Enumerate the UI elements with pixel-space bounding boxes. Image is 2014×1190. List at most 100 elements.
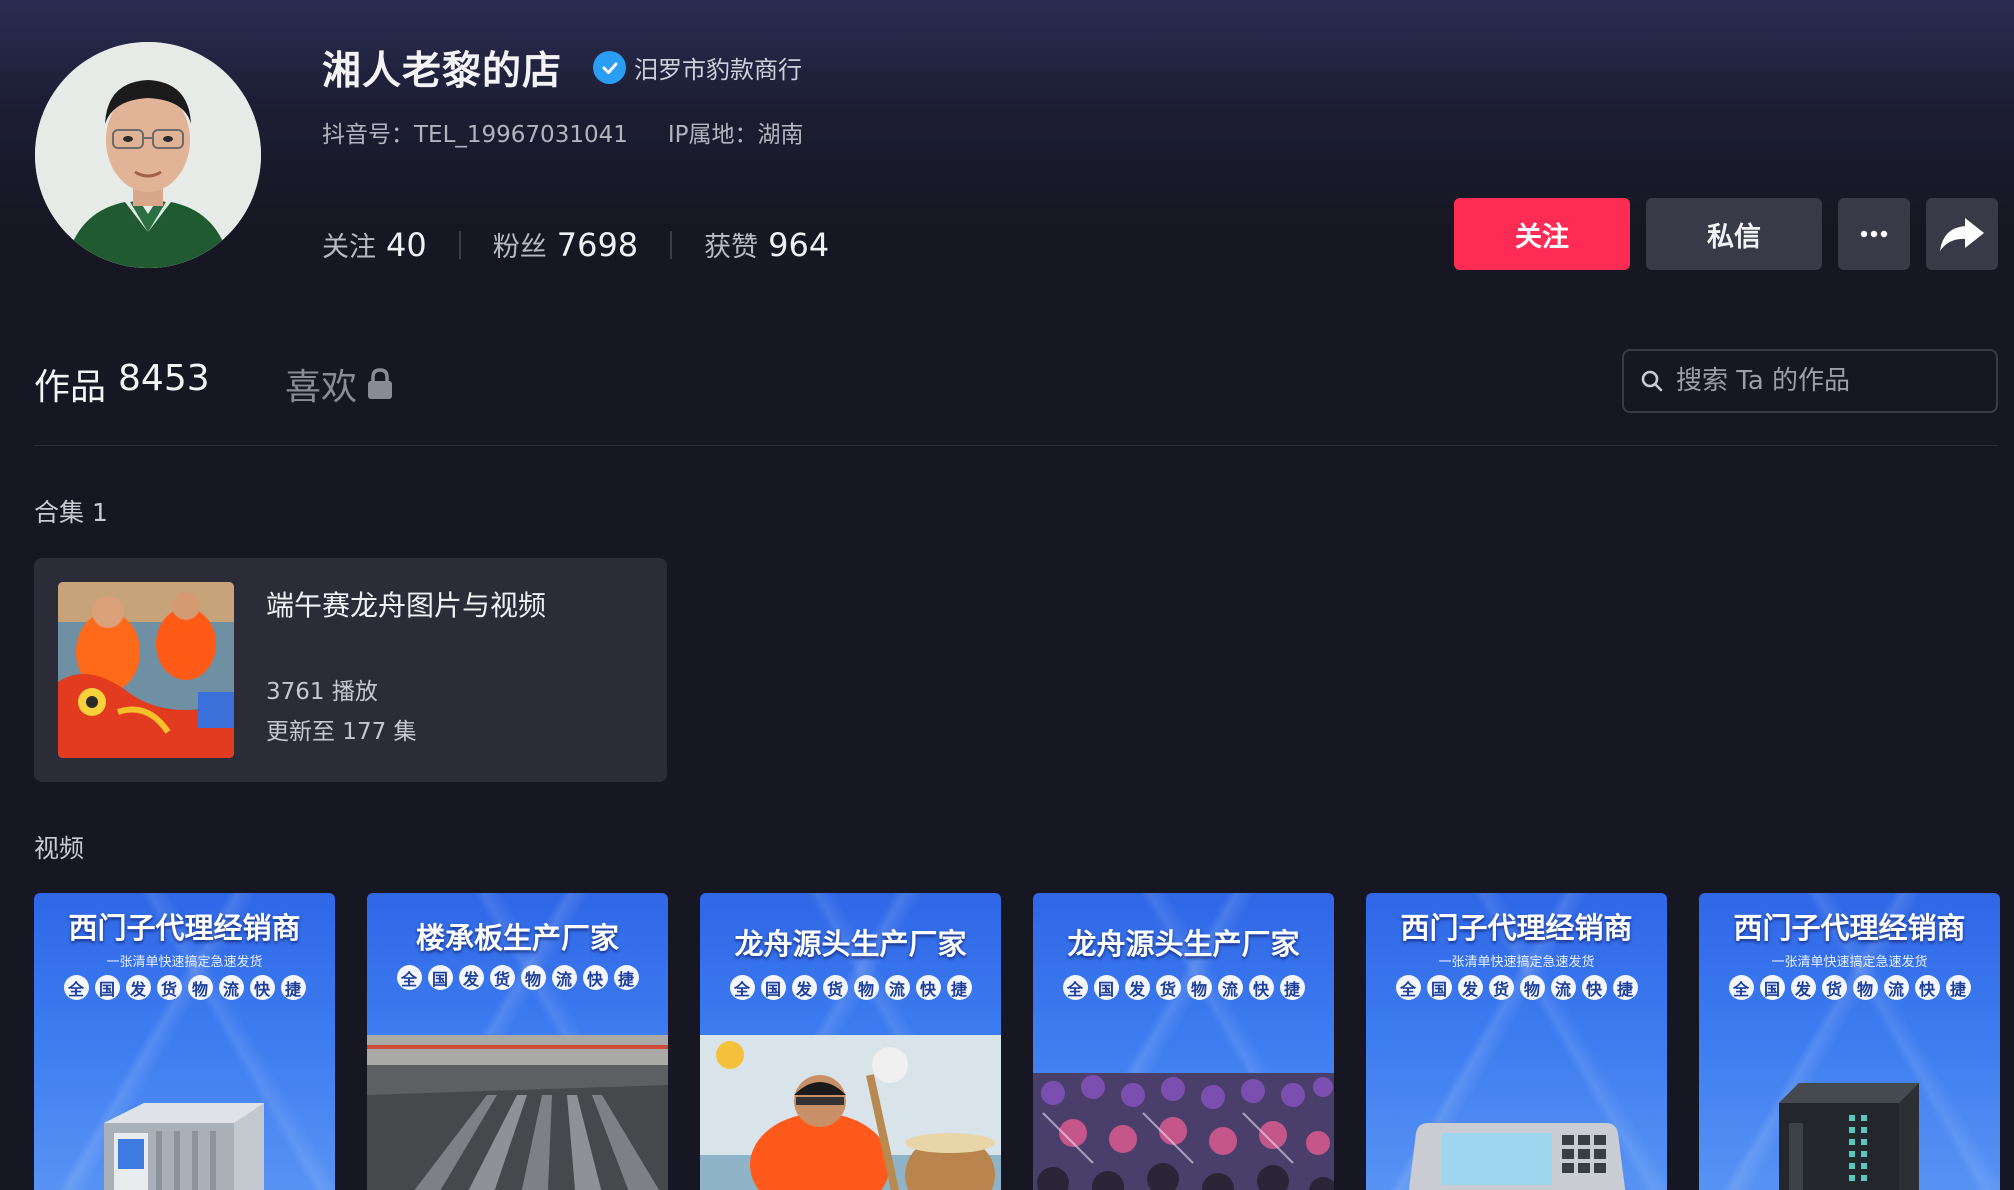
dragon-boat-rower-image — [700, 1035, 1001, 1190]
video-subtitle: 一张清单快速搞定急速发货 — [1771, 955, 1928, 970]
tagline-char: 流 — [884, 975, 910, 1000]
profile-actions: 关注 私信 — [1454, 198, 1998, 270]
video-title: 西门子代理经销商 — [68, 911, 301, 945]
collection-thumbnail — [58, 582, 234, 758]
tagline-char: 发 — [458, 965, 484, 990]
tagline-char: 流 — [1883, 975, 1909, 1000]
collection-section-title: 合集 1 — [34, 498, 108, 527]
video-title: 西门子代理经销商 — [1733, 911, 1966, 945]
tagline-char: 发 — [1790, 975, 1816, 1000]
stat-value: 964 — [768, 226, 830, 264]
avatar[interactable] — [35, 42, 261, 268]
tagline-char: 全 — [729, 975, 755, 1000]
stat-followers[interactable]: 粉丝 7698 — [493, 225, 638, 264]
tagline-char: 快 — [1581, 975, 1607, 1000]
tab-works-count: 8453 — [118, 358, 210, 399]
tagline-char: 国 — [760, 975, 786, 1000]
plc-controller-image — [104, 1103, 264, 1190]
tab-likes-label: 喜欢 — [285, 367, 358, 408]
tagline-char: 流 — [218, 975, 244, 1000]
profile-meta: 抖音号：TEL_19967031041 IP属地：湖南 — [322, 115, 804, 149]
video-tagline: 全 国 发 货 物 流 快 捷 — [1366, 975, 1667, 1000]
douyin-id: 抖音号：TEL_19967031041 — [322, 122, 628, 148]
ip-location: IP属地：湖南 — [667, 122, 804, 148]
tab-likes[interactable]: 喜欢 — [285, 358, 393, 410]
video-tagline: 全 国 发 货 物 流 快 捷 — [367, 965, 668, 990]
profile-name: 湘人老黎的店 — [322, 49, 563, 94]
video-tagline: 全 国 发 货 物 流 快 捷 — [700, 975, 1001, 1000]
video-title: 龙舟源头生产厂家 — [1067, 927, 1300, 961]
tagline-char: 快 — [915, 975, 941, 1000]
video-tagline: 全 国 发 货 物 流 快 捷 — [1033, 975, 1334, 1000]
stat-value: 40 — [386, 226, 427, 264]
tagline-char: 全 — [1728, 975, 1754, 1000]
collection-title: 端午赛龙舟图片与视频 — [266, 589, 547, 622]
video-card[interactable]: 西门子代理经销商 一张清单快速搞定急速发货 全 国 发 货 物 流 快 捷 — [1366, 893, 1667, 1190]
video-subtitle: 一张清单快速搞定急速发货 — [1438, 955, 1595, 970]
video-card[interactable]: 龙舟源头生产厂家 全 国 发 货 物 流 快 捷 — [1033, 893, 1334, 1190]
video-title: 楼承板生产厂家 — [415, 921, 619, 955]
tagline-char: 快 — [249, 975, 275, 1000]
search-box[interactable] — [1622, 349, 1998, 413]
dragon-boat-team-image — [1033, 1073, 1334, 1190]
message-button[interactable]: 私信 — [1646, 198, 1822, 270]
tagline-char: 发 — [1457, 975, 1483, 1000]
tagline-char: 快 — [1914, 975, 1940, 1000]
video-card[interactable]: 西门子代理经销商 一张清单快速搞定急速发货 全 国 发 货 物 流 快 捷 — [34, 893, 335, 1190]
tagline-char: 全 — [63, 975, 89, 1000]
video-tagline: 全 国 发 货 物 流 快 捷 — [34, 975, 335, 1000]
tab-works-label: 作品 — [34, 367, 107, 408]
tagline-char: 国 — [94, 975, 120, 1000]
verified-label: 汨罗市豹款商行 — [634, 56, 802, 84]
tagline-char: 发 — [1124, 975, 1150, 1000]
search-input[interactable] — [1676, 366, 1976, 396]
tagline-char: 捷 — [946, 975, 972, 1000]
tagline-char: 货 — [1155, 975, 1181, 1000]
stat-divider — [670, 230, 673, 259]
collection-plays: 3761 播放 — [266, 679, 378, 705]
tagline-char: 国 — [1426, 975, 1452, 1000]
tagline-char: 国 — [1759, 975, 1785, 1000]
stat-following[interactable]: 关注 40 — [322, 225, 427, 264]
tagline-char: 物 — [520, 965, 546, 990]
video-card[interactable]: 楼承板生产厂家 全 国 发 货 物 流 快 捷 — [367, 893, 668, 1190]
more-icon — [1860, 230, 1888, 238]
tagline-char: 国 — [427, 965, 453, 990]
tagline-char: 捷 — [1612, 975, 1638, 1000]
tagline-char: 发 — [791, 975, 817, 1000]
tagline-char: 全 — [1062, 975, 1088, 1000]
verified-check-icon — [593, 51, 626, 84]
collection-card[interactable]: 端午赛龙舟图片与视频 3761 播放 更新至 177 集 — [34, 558, 667, 782]
more-button[interactable] — [1838, 198, 1910, 270]
stat-label: 粉丝 — [492, 232, 547, 263]
tagline-char: 流 — [1217, 975, 1243, 1000]
tagline-char: 物 — [1186, 975, 1212, 1000]
hmi-panel-image — [1408, 1123, 1626, 1190]
video-card[interactable]: 西门子代理经销商 一张清单快速搞定急速发货 全 国 发 货 物 流 快 捷 — [1699, 893, 2000, 1190]
search-icon — [1641, 370, 1663, 392]
tagline-char: 快 — [1248, 975, 1274, 1000]
tagline-char: 全 — [396, 965, 422, 990]
stat-label: 关注 — [322, 232, 376, 263]
tagline-char: 货 — [1488, 975, 1514, 1000]
video-card[interactable]: 龙舟源头生产厂家 全 国 发 货 物 流 快 捷 — [700, 893, 1001, 1190]
stat-divider — [458, 230, 461, 259]
stat-likes: 获赞 964 — [704, 225, 829, 264]
tagline-char: 货 — [489, 965, 515, 990]
plc-module-image — [1779, 1083, 1919, 1190]
tab-works[interactable]: 作品 8453 — [34, 358, 210, 410]
tagline-char: 捷 — [1945, 975, 1971, 1000]
video-tagline: 全 国 发 货 物 流 快 捷 — [1699, 975, 2000, 1000]
tagline-char: 物 — [187, 975, 213, 1000]
follow-button[interactable]: 关注 — [1454, 198, 1630, 270]
avatar-portrait — [35, 42, 261, 268]
video-subtitle: 一张清单快速搞定急速发货 — [106, 955, 263, 970]
tagline-char: 捷 — [1279, 975, 1305, 1000]
profile-page: 湘人老黎的店 汨罗市豹款商行 抖音号：TEL_19967031041 IP属地：… — [0, 0, 2014, 1190]
tab-divider — [34, 445, 1998, 446]
steel-deck-image — [367, 1035, 668, 1190]
tagline-char: 物 — [1519, 975, 1545, 1000]
share-button[interactable] — [1926, 198, 1998, 270]
video-title: 西门子代理经销商 — [1400, 911, 1633, 945]
tagline-char: 全 — [1395, 975, 1421, 1000]
